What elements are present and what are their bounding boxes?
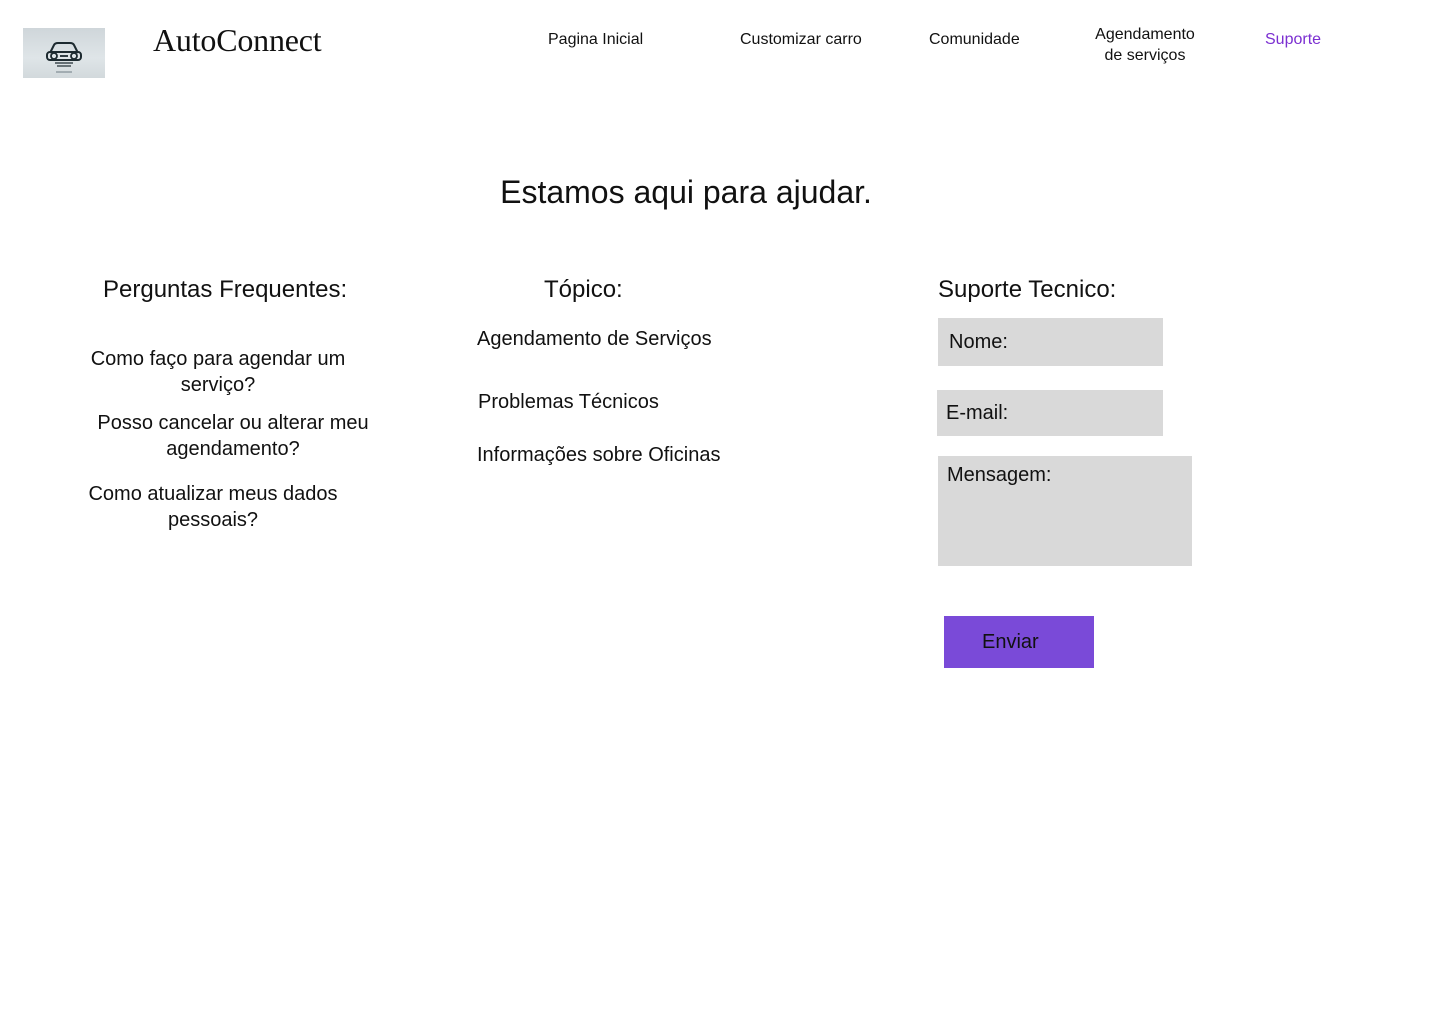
topic-technical-problems[interactable]: Problemas Técnicos <box>478 391 659 414</box>
nav-support[interactable]: Suporte <box>1265 29 1321 50</box>
faq-item-update-data[interactable]: Como atualizar meus dados pessoais? <box>78 481 348 533</box>
support-title: Suporte Tecnico: <box>938 276 1117 303</box>
topic-workshop-info[interactable]: Informações sobre Oficinas <box>477 444 720 467</box>
topic-scheduling[interactable]: Agendamento de Serviços <box>477 328 712 351</box>
faq-title: Perguntas Frequentes: <box>103 276 348 303</box>
nav-customize-car[interactable]: Customizar carro <box>740 29 862 50</box>
email-field-label: E-mail: <box>946 401 1009 424</box>
faq-item-cancel[interactable]: Posso cancelar ou alterar meu agendament… <box>88 410 378 462</box>
page-title: Estamos aqui para ajudar. <box>500 174 872 210</box>
nav-community[interactable]: Comunidade <box>929 29 1020 50</box>
logo[interactable] <box>23 28 105 78</box>
topic-title: Tópico: <box>544 276 623 303</box>
message-field-label: Mensagem: <box>947 464 1052 486</box>
send-button[interactable]: Enviar <box>944 616 1094 668</box>
nav-home[interactable]: Pagina Inicial <box>548 29 643 50</box>
name-field-label: Nome: <box>949 330 1008 353</box>
car-icon <box>46 42 82 73</box>
brand-name[interactable]: AutoConnect <box>153 22 322 59</box>
support-page: AutoConnect Pagina Inicial Customizar ca… <box>0 0 1439 1018</box>
name-field[interactable]: Nome: <box>938 318 1163 366</box>
faq-item-schedule[interactable]: Como faço para agendar um serviço? <box>78 346 358 398</box>
nav-service-scheduling[interactable]: Agendamento de serviços <box>1085 24 1205 66</box>
email-field[interactable]: E-mail: <box>937 390 1163 436</box>
message-field[interactable]: Mensagem: <box>938 456 1192 566</box>
